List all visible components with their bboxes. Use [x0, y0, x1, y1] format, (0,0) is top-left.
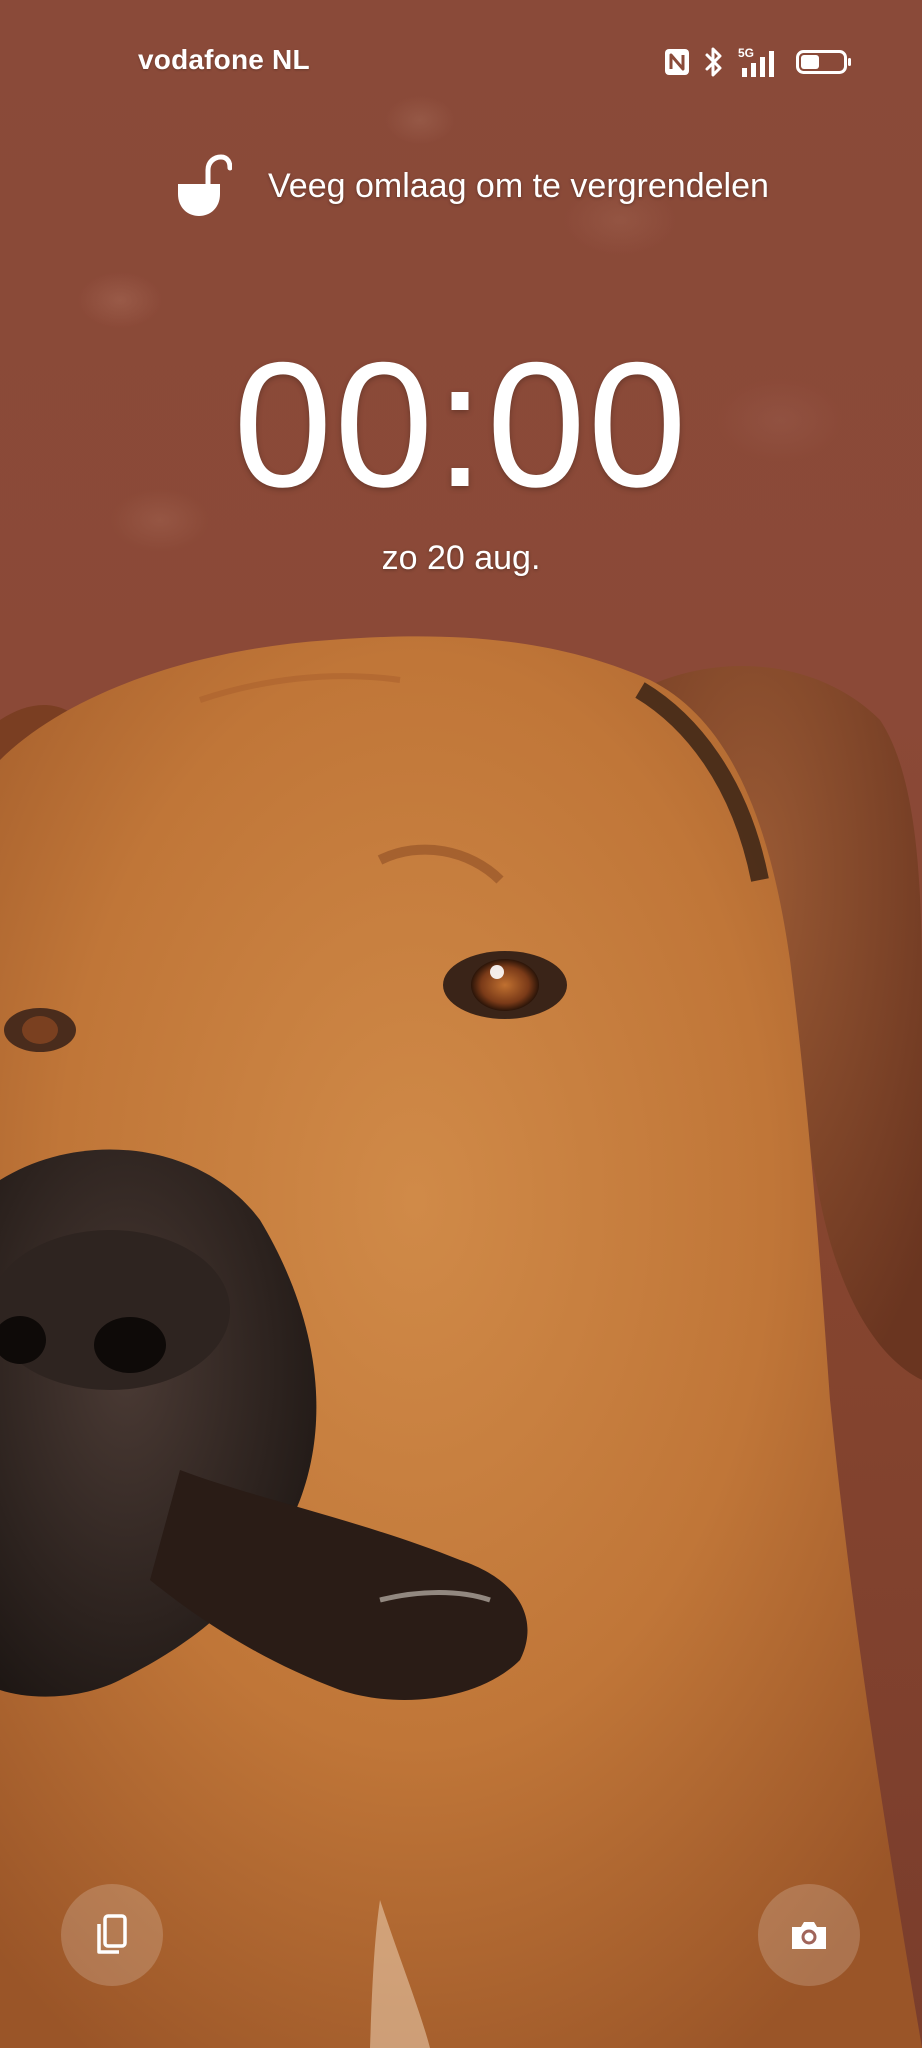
network-label: 5G: [738, 46, 754, 60]
battery-icon: [796, 48, 852, 76]
unlock-hint-text: Veeg omlaag om te vergrendelen: [268, 167, 769, 205]
camera-icon: [789, 1918, 829, 1952]
status-icons: 5G: [664, 44, 852, 80]
lockscreen-date: zo 20 aug.: [381, 539, 541, 577]
wallet-cards-icon: [95, 1914, 129, 1956]
bluetooth-icon: [704, 46, 724, 78]
battery-fill: [801, 55, 819, 69]
unlock-hint: Veeg omlaag om te vergrendelen: [0, 150, 922, 220]
wallpaper-dog-image: [0, 636, 922, 2048]
wallet-shortcut-button[interactable]: [61, 1884, 163, 1986]
unlocked-padlock-icon: [176, 154, 233, 225]
nfc-icon: [664, 48, 690, 76]
wallpaper: [0, 0, 922, 2048]
5g-signal-icon: 5G: [738, 46, 782, 78]
status-bar: vodafone NL 5G: [0, 0, 922, 120]
lockscreen-clock: 00:00: [233, 325, 689, 524]
carrier-name: vodafone NL: [138, 44, 310, 75]
camera-shortcut-button[interactable]: [758, 1884, 860, 1986]
